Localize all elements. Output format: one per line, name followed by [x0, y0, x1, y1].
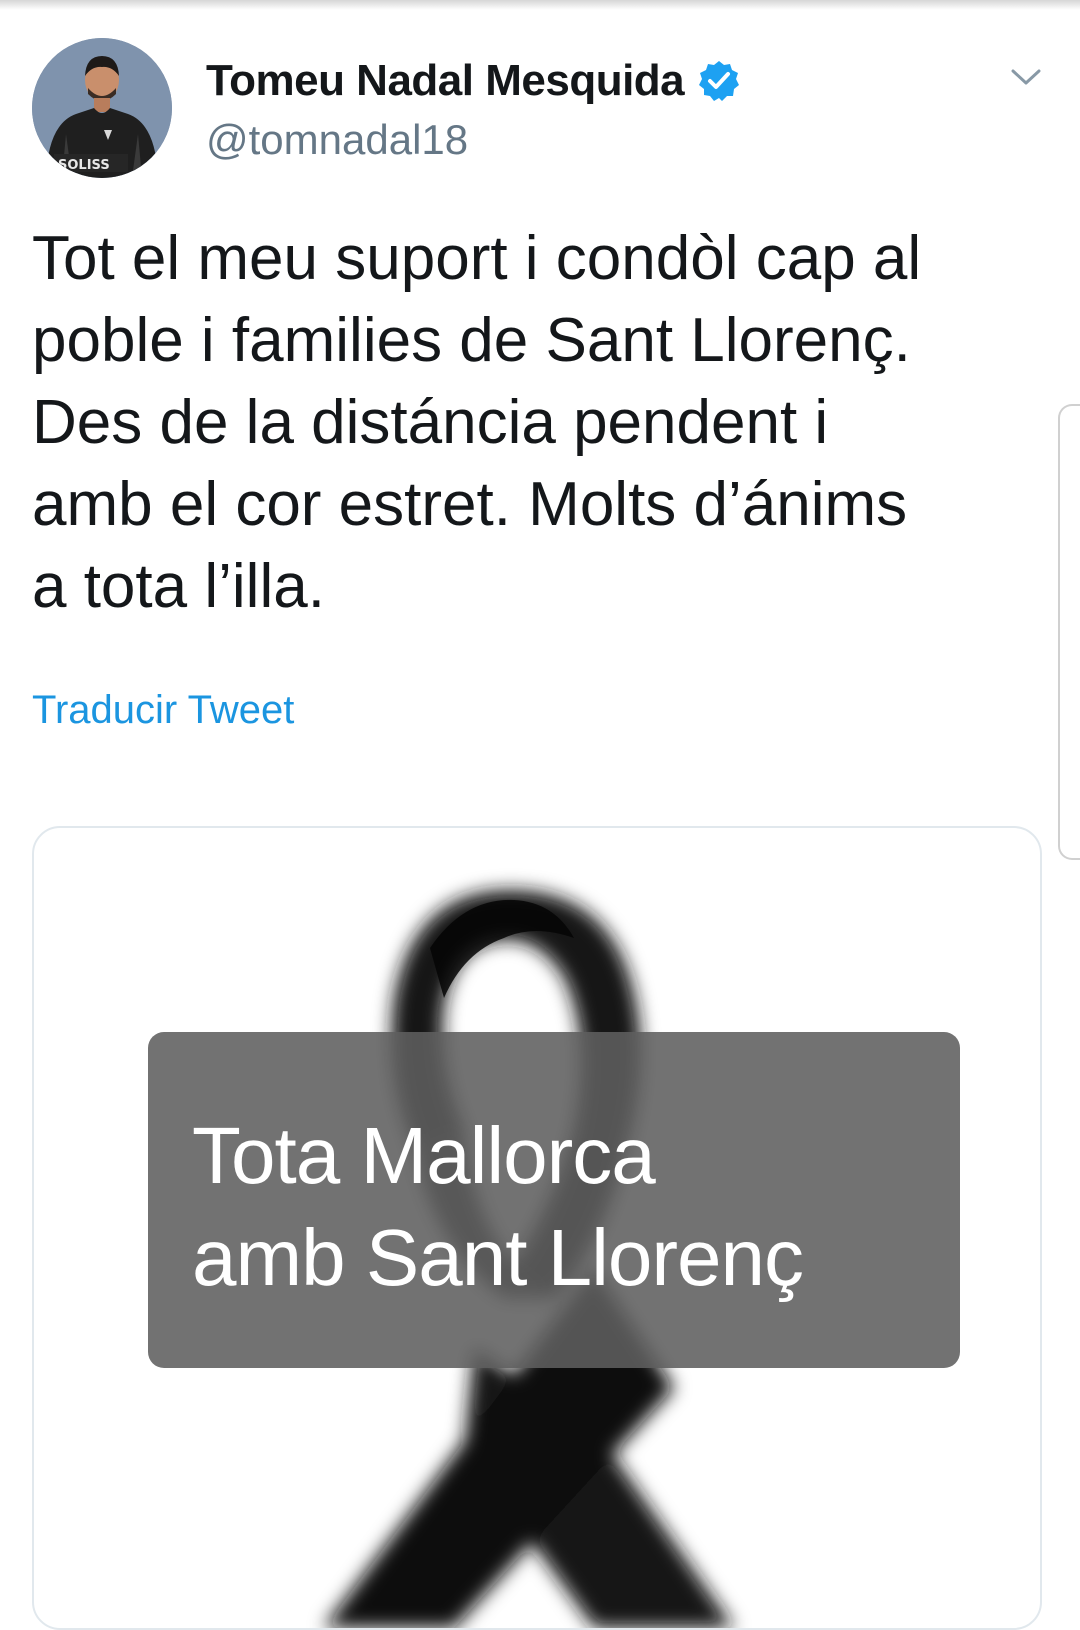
- avatar-jersey-text: SOLISS: [58, 158, 110, 173]
- top-divider: [0, 0, 1080, 10]
- avatar[interactable]: SOLISS: [32, 38, 172, 178]
- tweet-text-line: Des de la distáncia pendent i: [32, 388, 829, 457]
- scrollbar[interactable]: [1058, 404, 1080, 860]
- author-handle[interactable]: @tomnadal18: [206, 116, 468, 164]
- tweet-text-line: poble i families de Sant Llorenç.: [32, 306, 911, 375]
- chevron-down-icon[interactable]: [1008, 62, 1044, 92]
- tweet-text-line: amb el cor estret. Molts d’ánims: [32, 470, 908, 539]
- translate-tweet-link[interactable]: Traducir Tweet: [32, 688, 294, 733]
- banner-line: Tota Mallorca: [192, 1111, 656, 1200]
- tweet-text-line: a tota l’illa.: [32, 552, 325, 621]
- author-name-label: Tomeu Nadal Mesquida: [206, 56, 685, 105]
- banner-line: amb Sant Llorenç: [192, 1213, 804, 1302]
- tweet-media[interactable]: Tota Mallorca amb Sant Llorenç: [32, 826, 1042, 1630]
- tweet-text: Tot el meu suport i condòl cap al poble …: [32, 218, 1032, 628]
- tweet-text-line: Tot el meu suport i condòl cap al: [32, 224, 922, 293]
- author-name[interactable]: Tomeu Nadal Mesquida: [206, 56, 740, 106]
- banner: Tota Mallorca amb Sant Llorenç: [148, 1032, 960, 1368]
- verified-badge-icon: [698, 60, 740, 102]
